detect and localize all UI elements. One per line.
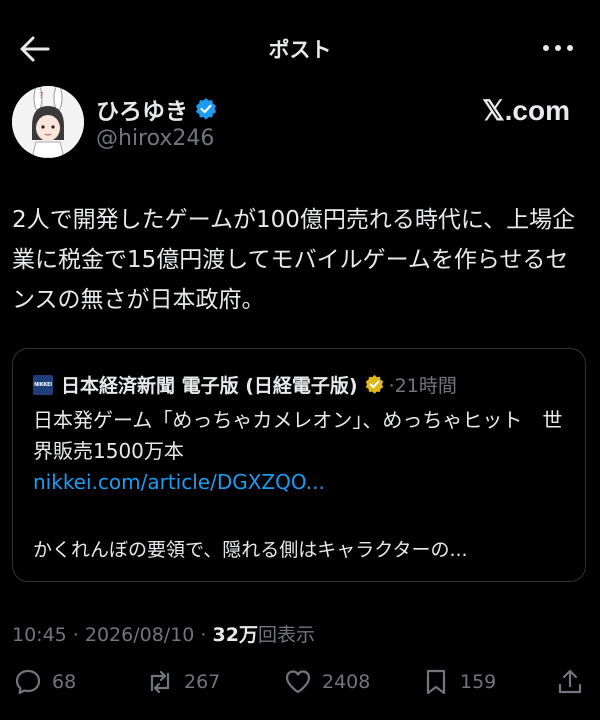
quoted-post-preview: かくれんぼの要領で、隠れる側はキャラクターの... <box>33 539 468 561</box>
verified-badge-icon <box>196 98 216 120</box>
name-row: ひろゆき <box>96 92 218 126</box>
like-count: 2408 <box>322 671 371 693</box>
bookmark-icon <box>426 669 446 695</box>
page-title: ポスト <box>268 38 332 62</box>
bookmark-count: 159 <box>460 671 497 693</box>
avatar-illustration-icon: ? <box>12 86 84 158</box>
more-dots-icon <box>543 45 573 51</box>
repost-button[interactable]: 267 <box>146 668 220 696</box>
reply-icon <box>15 669 41 695</box>
share-button[interactable] <box>556 668 594 696</box>
repost-icon <box>150 670 170 694</box>
author-name[interactable]: ひろゆき <box>96 92 188 126</box>
quoted-post-text: 日本発ゲーム「めっちゃカメレオン」、めっちゃヒット 世界販売1500万本 nik… <box>33 405 573 498</box>
nikkei-logo-icon: NIKKEI <box>33 374 53 395</box>
action-bar: 68 267 2408 159 <box>0 668 600 704</box>
author-handle[interactable]: @hirox246 <box>96 126 214 151</box>
heart-icon <box>285 670 311 694</box>
quoted-post-header: NIKKEI 日本経済新聞 電子版 (日経電子版) ·21時間 <box>33 371 457 398</box>
post-timestamp[interactable]: 10:45 · 2026/08/10 · <box>12 624 213 646</box>
post-text: 2人で開発したゲームが100億円売れる時代に、上場企業に税金で15億円渡してモバ… <box>12 207 576 313</box>
repost-count: 267 <box>184 671 221 693</box>
views-label: 回表示 <box>257 624 315 646</box>
quoted-post-time: ·21時間 <box>388 375 457 397</box>
reply-button[interactable]: 68 <box>14 668 76 696</box>
verified-gold-badge-icon <box>365 374 383 394</box>
bookmark-button[interactable]: 159 <box>422 668 496 696</box>
quoted-author-name: 日本経済新聞 電子版 (日経電子版) <box>61 375 358 397</box>
post-meta: 10:45 · 2026/08/10 · 32万回表示 <box>12 620 315 647</box>
avatar[interactable]: ? <box>12 86 84 158</box>
top-bar: ポスト <box>0 0 600 100</box>
reply-count: 68 <box>52 671 77 693</box>
views-count: 32万 <box>212 624 258 646</box>
quoted-post-body: 日本発ゲーム「めっちゃカメレオン」、めっちゃヒット 世界販売1500万本 <box>33 408 563 463</box>
author-header: ? ひろゆき @hirox246 𝕏.com <box>12 86 588 166</box>
quoted-post[interactable]: NIKKEI 日本経済新聞 電子版 (日経電子版) ·21時間 日本発ゲーム「め… <box>12 348 586 582</box>
x-com-logo: 𝕏.com <box>482 95 570 126</box>
more-options-button[interactable] <box>542 38 574 58</box>
svg-text:?: ? <box>39 91 43 100</box>
quoted-post-link[interactable]: nikkei.com/article/DGXZQO... <box>33 470 325 494</box>
share-icon <box>558 669 582 694</box>
like-button[interactable]: 2408 <box>284 668 370 696</box>
